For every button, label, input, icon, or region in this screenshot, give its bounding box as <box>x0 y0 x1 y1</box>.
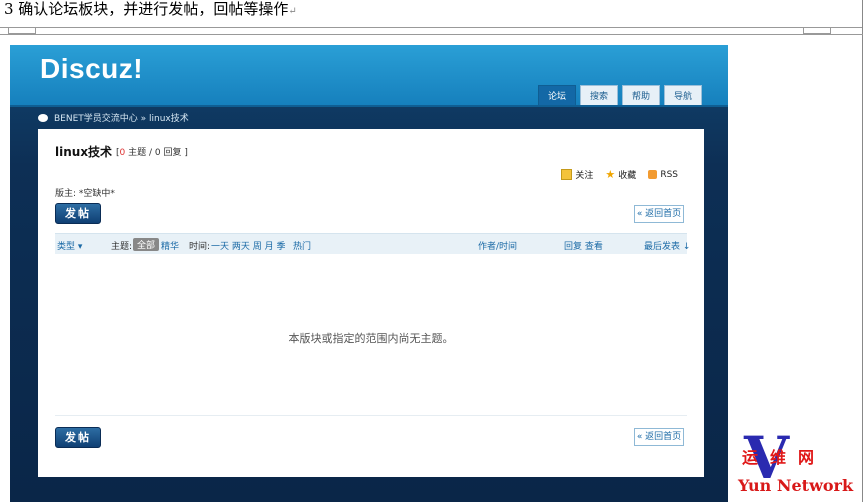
site-header: Discuz! 论坛 搜索 帮助 导航 <box>10 45 728 107</box>
frame-top-line <box>0 34 863 35</box>
watermark-english: Yun Network <box>738 476 854 495</box>
site-logo[interactable]: Discuz! <box>40 53 143 85</box>
speech-bubble-icon <box>38 113 48 122</box>
type-filter[interactable]: 类型 ▾ <box>57 239 82 252</box>
favorite-link[interactable]: ★ 收藏 <box>605 168 636 181</box>
time-label: 时间: <box>189 242 211 252</box>
main-nav-tabs: 论坛 搜索 帮助 导航 <box>537 85 702 105</box>
watermark-chinese: 运维网 <box>742 448 827 467</box>
author-time-column[interactable]: 作者/时间 <box>478 239 517 252</box>
reply-view-column[interactable]: 回复 查看 <box>564 239 603 252</box>
tab-help[interactable]: 帮助 <box>621 85 660 105</box>
forum-tools: 关注 ★ 收藏 RSS <box>561 168 678 181</box>
tab-search[interactable]: 搜索 <box>579 85 618 105</box>
filter-hot[interactable]: 热门 <box>293 239 311 252</box>
follow-link[interactable]: 关注 <box>561 168 593 181</box>
moderator-info: 版主: *空缺中* <box>55 189 115 199</box>
rule-tick-right <box>803 27 831 34</box>
return-mark: ↵ <box>288 6 297 17</box>
forum-stats: [0 主题 / 0 回复 ] <box>116 148 188 158</box>
last-post-column[interactable]: 最后发表 ↓ <box>644 239 690 252</box>
rss-link[interactable]: RSS <box>648 168 678 181</box>
tab-forum[interactable]: 论坛 <box>537 85 576 105</box>
rule-tick-left <box>8 27 36 34</box>
filter-digest[interactable]: 精华 <box>161 239 179 252</box>
list-divider <box>55 415 687 416</box>
empty-thread-message: 本版块或指定的范围内尚无主题。 <box>288 332 454 345</box>
document-rule <box>0 27 863 28</box>
new-post-button-bottom[interactable]: 发帖 <box>55 427 101 448</box>
forum-panel: linux技术 [0 主题 / 0 回复 ] 关注 ★ 收藏 RSS 版主: *… <box>38 129 704 477</box>
rss-icon <box>648 170 658 179</box>
follow-icon <box>561 169 573 180</box>
new-post-button-top[interactable]: 发帖 <box>55 203 101 224</box>
star-icon: ★ <box>605 168 616 181</box>
forum-screenshot: Discuz! 论坛 搜索 帮助 导航 BENET学员交流中心 » linux技… <box>10 45 728 502</box>
document-caption: 3 确认论坛板块，并进行发帖，回帖等操作↵ <box>4 0 297 18</box>
back-home-button-top[interactable]: « 返回首页 <box>634 205 684 223</box>
yunwei-watermark: V 运维网 Yun Network <box>738 424 863 502</box>
tab-navigation[interactable]: 导航 <box>663 85 702 105</box>
back-home-button-bottom[interactable]: « 返回首页 <box>634 428 684 446</box>
time-filters[interactable]: 一天 两天 周 月 季 <box>211 239 285 252</box>
breadcrumb: BENET学员交流中心 » linux技术 <box>38 111 189 124</box>
forum-title: linux技术 <box>55 145 113 159</box>
filter-all[interactable]: 全部 <box>133 238 160 251</box>
topic-label: 主题: <box>111 242 133 252</box>
thread-list-header: 类型 ▾ 主题: 全部 精华 时间: 一天 两天 周 月 季 热门 作者/时间 … <box>55 233 690 254</box>
breadcrumb-text[interactable]: BENET学员交流中心 » linux技术 <box>54 111 189 124</box>
